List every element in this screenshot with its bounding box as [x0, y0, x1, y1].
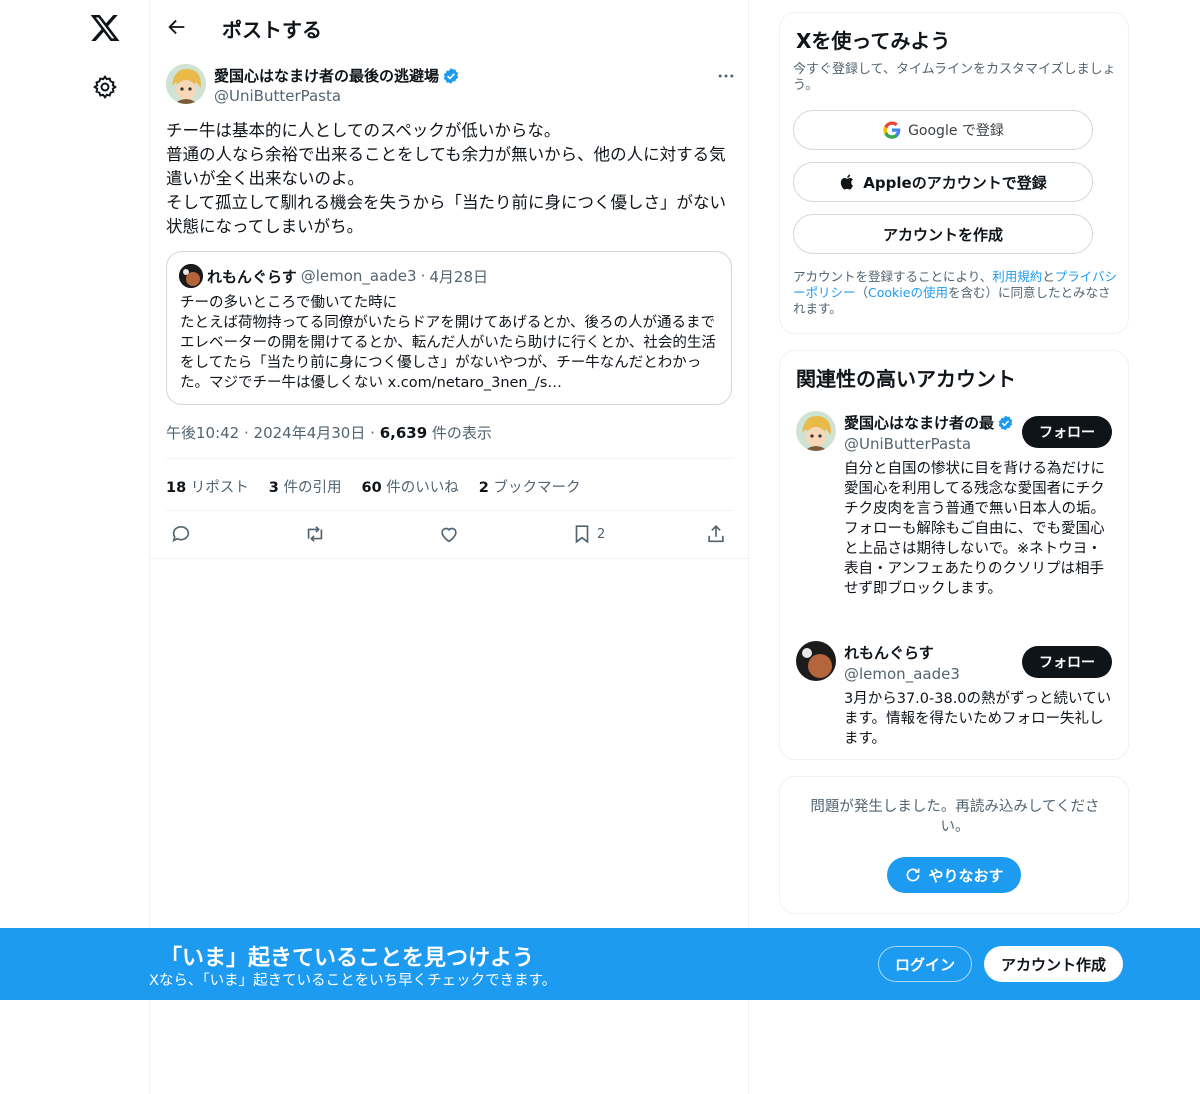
follow-button[interactable]: フォロー	[1022, 416, 1112, 448]
likes-label: 件のいいね	[386, 480, 459, 496]
signup-banner: 「いま」起きていることを見つけよう Xなら、「いま」起きていることをいち早くチェ…	[0, 928, 1200, 1000]
create-account-button[interactable]: アカウントを作成	[793, 214, 1093, 254]
tweet-actions: 2	[166, 521, 734, 549]
reposts-count: 18	[166, 480, 187, 496]
divider	[166, 458, 734, 459]
quoted-tweet[interactable]: れもんぐらす @lemon_aade3 · 4月28日 チーの多いところで働いて…	[166, 251, 732, 405]
gear-icon[interactable]	[92, 74, 118, 100]
quotes-count: 3	[268, 480, 279, 496]
quote-author-handle: @lemon_aade3	[300, 267, 417, 285]
bookmarks-stat[interactable]: 2 ブックマーク	[479, 476, 581, 497]
verified-badge-icon	[998, 415, 1013, 430]
tweet-text: チー牛は基本的に人としてのスペックが低いからな。 普通の人なら余裕で出来ることを…	[166, 121, 727, 236]
error-message: 問題が発生しました。再読み込みしてください。	[810, 799, 1100, 835]
related-account-avatar[interactable]	[796, 641, 836, 681]
related-account-name-text: 愛国心はなまけ者の最	[844, 414, 995, 432]
divider	[166, 510, 734, 511]
refresh-icon	[907, 868, 920, 882]
related-account-handle: @lemon_aade3	[844, 665, 960, 683]
follow-button[interactable]: フォロー	[1022, 646, 1112, 678]
create-account-label: アカウントを作成	[882, 225, 1003, 244]
legal-text-part: と	[1042, 269, 1055, 284]
terms-link[interactable]: 利用規約	[992, 269, 1042, 284]
share-button[interactable]	[705, 523, 727, 545]
likes-stat[interactable]: 60 件のいいね	[362, 476, 459, 497]
quote-text: チーの多いところで働いてた時に たとえば荷物持ってる同僚がいたらドアを開けてあげ…	[180, 295, 716, 391]
back-arrow-icon[interactable]	[166, 16, 188, 38]
legal-text-part: アカウントを登録することにより、	[793, 269, 993, 284]
divider	[150, 558, 750, 559]
bookmark-count: 2	[597, 526, 606, 542]
reposts-label: リポスト	[190, 480, 249, 496]
apple-signup-button[interactable]: Appleのアカウントで登録	[793, 162, 1093, 202]
quote-header: れもんぐらす @lemon_aade3 · 4月28日	[179, 264, 488, 288]
likes-count: 60	[361, 480, 382, 496]
related-account-item[interactable]: れもんぐらす @lemon_aade3 フォロー 3月から37.0-38.0の熱…	[796, 641, 1114, 751]
author-avatar[interactable]	[166, 64, 206, 104]
related-account-avatar[interactable]	[796, 411, 836, 451]
google-icon	[883, 121, 901, 139]
signup-legal-text: アカウントを登録することにより、利用規約とプライバシーポリシー（Cookieの使…	[793, 269, 1119, 317]
bookmark-icon	[575, 525, 589, 544]
related-account-item[interactable]: 愛国心はなまけ者の最 @UniButterPasta フォロー 自分と自国の惨状…	[796, 411, 1114, 621]
quote-author-name: れもんぐらす	[207, 267, 297, 286]
related-accounts-card: 関連性の高いアカウント 愛国心はなまけ者の最 @UniButterPasta フ…	[779, 350, 1129, 760]
signup-title: Xを使ってみよう	[796, 29, 951, 53]
retry-label: やりなおす	[928, 866, 1004, 885]
top-bar: ポストする	[150, 0, 750, 54]
bookmarks-count: 2	[478, 480, 489, 496]
related-account-bio: 自分と自国の惨状に目を背ける為だけに 愛国心を利用してる残念な愛国者にチクチク皮…	[844, 461, 1113, 597]
quote-avatar	[179, 264, 203, 288]
share-icon	[708, 525, 724, 543]
error-card: 問題が発生しました。再読み込みしてください。 やりなおす	[779, 776, 1129, 914]
related-account-handle: @UniButterPasta	[844, 435, 972, 453]
repost-icon	[307, 526, 323, 542]
related-account-name[interactable]: 愛国心はなまけ者の最	[844, 412, 1014, 433]
author-name-text: 愛国心はなまけ者の最後の逃避場	[214, 67, 440, 85]
related-title: 関連性の高いアカウント	[796, 367, 1016, 391]
retry-button[interactable]: やりなおす	[887, 857, 1021, 893]
banner-subtitle: Xなら、「いま」起きていることをいち早くチェックできます。	[149, 973, 557, 989]
author-name[interactable]: 愛国心はなまけ者の最後の逃避場	[214, 65, 460, 86]
tweet-timestamp[interactable]: 午後10:42 · 2024年4月30日	[166, 424, 365, 442]
signup-subtitle: 今すぐ登録して、タイムラインをカスタマイズしましょう。	[793, 62, 1116, 93]
reply-button[interactable]	[170, 523, 192, 545]
like-button[interactable]	[438, 523, 460, 545]
apple-icon	[841, 174, 854, 190]
google-signup-label: Google で登録	[908, 123, 1004, 139]
tweet-meta: 午後10:42 · 2024年4月30日 · 6,639 件の表示	[166, 422, 492, 443]
repost-button[interactable]	[304, 523, 326, 545]
reposts-stat[interactable]: 18 リポスト	[166, 476, 249, 497]
signup-button[interactable]: アカウント作成	[984, 946, 1123, 982]
signup-card: Xを使ってみよう 今すぐ登録して、タイムラインをカスタマイズしましょう。 Goo…	[779, 12, 1129, 334]
quote-date: 4月28日	[429, 267, 488, 286]
login-button[interactable]: ログイン	[878, 946, 972, 982]
views-count: 6,639	[379, 424, 428, 442]
banner-title: 「いま」起きていることを見つけよう	[160, 946, 535, 971]
author-handle[interactable]: @UniButterPasta	[214, 87, 341, 105]
reply-icon	[172, 525, 190, 542]
x-logo-icon[interactable]	[88, 12, 122, 44]
views-label: 件の表示	[431, 424, 492, 442]
bookmark-button[interactable]: 2	[571, 523, 605, 545]
heart-icon	[441, 527, 457, 543]
related-account-bio: 3月から37.0-38.0の熱がずっと続いています。情報を得たいためフォロー失礼…	[844, 691, 1112, 747]
more-options-icon[interactable]	[716, 66, 736, 86]
cookie-use-link[interactable]: Cookieの使用	[868, 285, 948, 300]
legal-text-part: （	[855, 285, 869, 300]
quote-separator: ·	[420, 267, 426, 285]
quotes-label: 件の引用	[283, 480, 342, 496]
related-account-name-text: れもんぐらす	[844, 644, 934, 662]
tweet-author: 愛国心はなまけ者の最後の逃避場 @UniButterPasta	[166, 64, 736, 108]
tweet-stats: 18 リポスト 3 件の引用 60 件のいいね 2 ブックマーク	[166, 476, 581, 497]
google-signup-button[interactable]: Google で登録	[793, 110, 1093, 150]
page-title: ポストする	[222, 18, 322, 42]
verified-badge-icon	[443, 67, 459, 84]
quotes-stat[interactable]: 3 件の引用	[269, 476, 342, 497]
bookmarks-label: ブックマーク	[493, 480, 581, 496]
related-account-name[interactable]: れもんぐらす	[844, 642, 1014, 663]
meta-separator: ·	[370, 424, 375, 442]
apple-signup-label: Appleのアカウントで登録	[863, 173, 1047, 192]
